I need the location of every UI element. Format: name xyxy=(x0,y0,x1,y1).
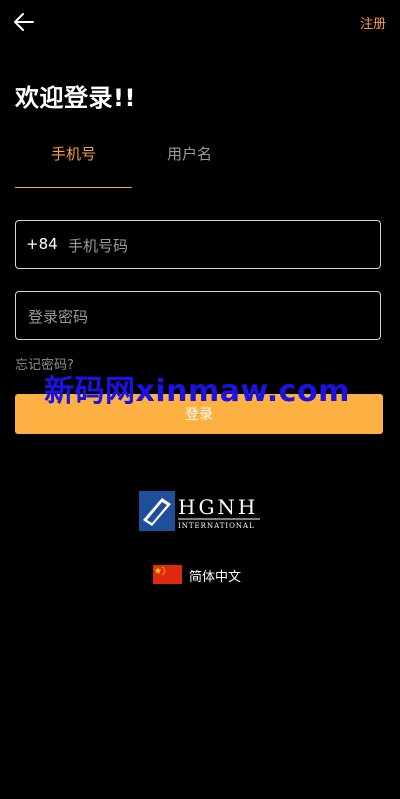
watermark: 新码网xinmaw.com xyxy=(44,374,350,409)
tab-phone[interactable]: 手机号 xyxy=(15,132,132,188)
arrow-left-icon xyxy=(14,13,34,31)
language-label: 简体中文 xyxy=(189,570,242,585)
top-bar: 注册 xyxy=(0,0,400,44)
svg-text:HGNH: HGNH xyxy=(178,495,258,519)
phone-field: +84 xyxy=(15,220,381,270)
password-input[interactable] xyxy=(26,292,376,341)
page-title: 欢迎登录!! xyxy=(15,84,136,112)
company-logo: HGNH INTERNATIONAL xyxy=(138,490,262,532)
login-method-tabs: 手机号 用户名 xyxy=(15,132,385,188)
back-button[interactable] xyxy=(12,10,36,34)
country-code[interactable]: +84 xyxy=(26,235,58,253)
register-link[interactable]: 注册 xyxy=(360,13,386,32)
password-field xyxy=(15,291,381,341)
tab-username[interactable]: 用户名 xyxy=(132,132,247,187)
phone-input[interactable] xyxy=(66,221,376,270)
svg-text:INTERNATIONAL: INTERNATIONAL xyxy=(178,522,255,530)
china-flag-icon xyxy=(153,565,182,584)
